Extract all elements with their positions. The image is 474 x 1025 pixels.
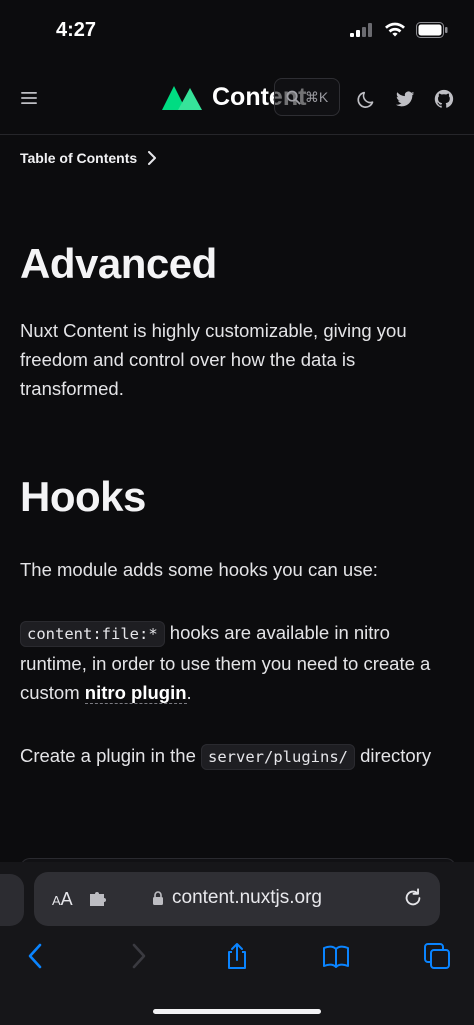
github-icon[interactable]: [433, 88, 455, 110]
address-bar[interactable]: AA content.nuxtjs.org: [34, 872, 440, 926]
chevron-right-icon: [148, 151, 157, 165]
status-bar: 4:27: [0, 0, 474, 64]
status-icons: [350, 22, 448, 38]
status-time: 4:27: [56, 19, 97, 41]
table-of-contents-toggle[interactable]: Table of Contents: [20, 150, 157, 166]
toc-label: Table of Contents: [20, 150, 138, 166]
nuxt-logo-icon: [162, 86, 202, 110]
share-icon[interactable]: [223, 942, 251, 970]
file-hooks-end: .: [186, 682, 192, 703]
inline-code-server-plugins: server/plugins/: [201, 744, 355, 770]
file-hooks-paragraph: content:file:* hooks are available in ni…: [20, 618, 452, 707]
search-shortcut: ⌘K: [304, 88, 329, 105]
search-button[interactable]: ⌘K: [274, 78, 340, 116]
create-plugin-text: Create a plugin in the: [20, 745, 202, 766]
page-settings-button[interactable]: AA: [52, 889, 73, 910]
wifi-icon: [385, 22, 405, 37]
aa-small-label: A: [52, 893, 61, 908]
bookmarks-icon[interactable]: [322, 942, 350, 970]
nitro-plugin-link[interactable]: nitro plugin: [84, 682, 187, 704]
forward-icon[interactable]: [124, 942, 152, 970]
cellular-signal-icon: [350, 23, 372, 37]
url-text: content.nuxtjs.org: [172, 887, 322, 908]
home-indicator: [153, 1009, 321, 1014]
site-header: Content ⌘K: [0, 64, 474, 135]
intro-paragraph: Nuxt Content is highly customizable, giv…: [20, 320, 407, 399]
twitter-icon[interactable]: [394, 88, 416, 110]
menu-icon[interactable]: [20, 89, 38, 107]
previous-tab-preview[interactable]: [0, 874, 24, 926]
dark-mode-toggle-icon[interactable]: [356, 88, 378, 110]
reload-icon[interactable]: [402, 887, 424, 909]
page-title: Advanced: [20, 240, 217, 287]
browser-toolbar: AA content.nuxtjs.org: [0, 862, 474, 1025]
battery-icon: [416, 22, 448, 38]
hooks-paragraph: The module adds some hooks you can use:: [20, 559, 378, 580]
tabs-icon[interactable]: [423, 942, 451, 970]
aa-large-label: A: [60, 889, 73, 909]
search-icon: [286, 90, 301, 104]
article: Advanced Nuxt Content is highly customiz…: [20, 230, 452, 772]
create-plugin-paragraph: Create a plugin in the server/plugins/ d…: [20, 741, 452, 772]
back-icon[interactable]: [22, 942, 50, 970]
create-plugin-text-end: directory: [355, 745, 432, 766]
section-heading-hooks: Hooks: [20, 473, 146, 520]
lock-icon: [153, 890, 163, 905]
url-display[interactable]: content.nuxtjs.org: [152, 887, 322, 909]
extension-icon[interactable]: [88, 890, 108, 908]
inline-code-content-file: content:file:*: [20, 621, 165, 647]
